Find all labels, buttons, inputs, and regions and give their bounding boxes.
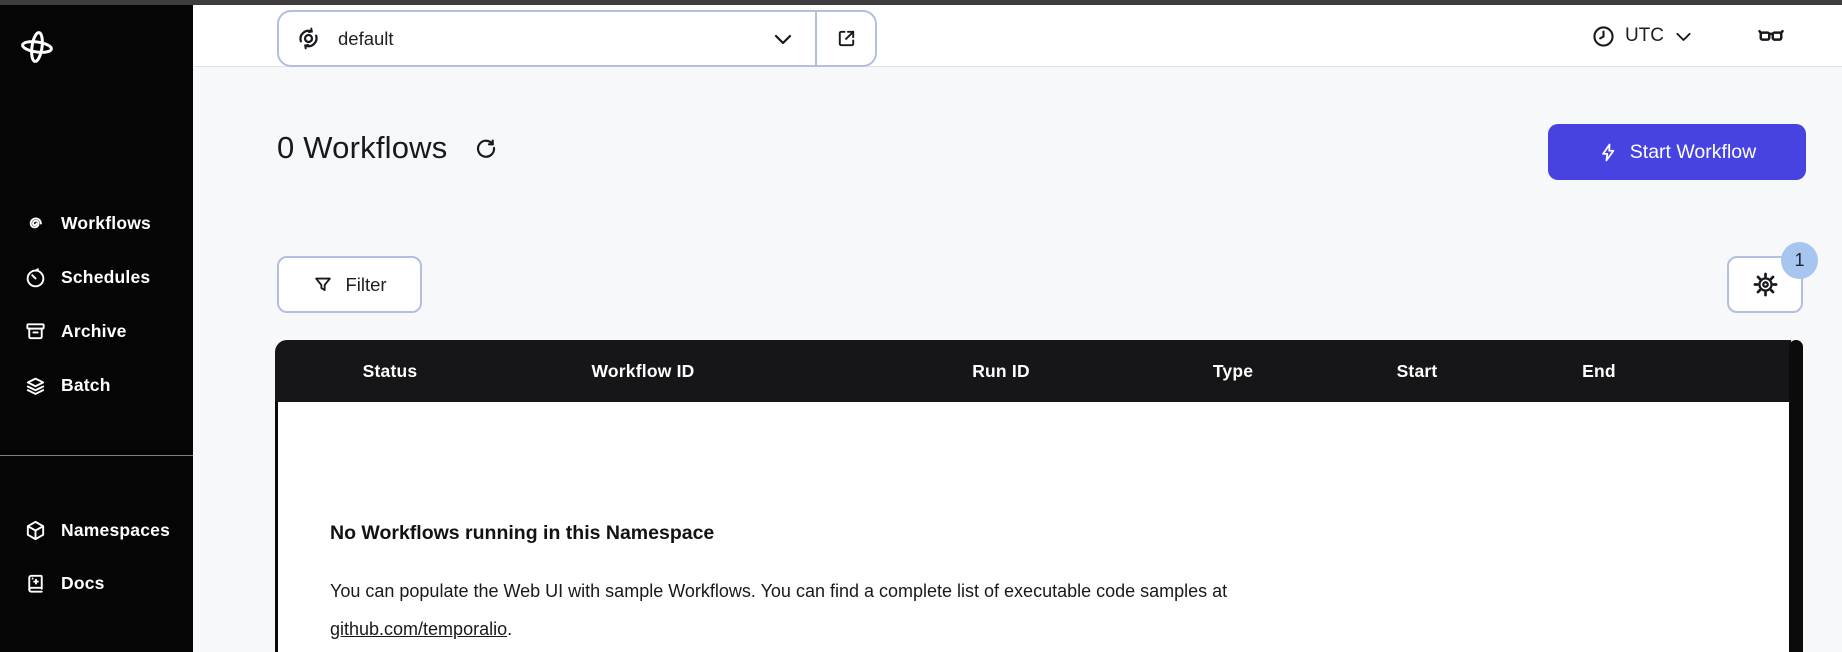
timezone-value: UTC	[1624, 25, 1664, 46]
sidebar-item-workflows[interactable]: Workflows	[0, 203, 193, 243]
refresh-icon	[473, 135, 499, 161]
start-workflow-button[interactable]: Start Workflow	[1548, 124, 1806, 180]
page-header: 0 Workflows	[277, 130, 499, 166]
sidebar-item-docs[interactable]: Docs	[0, 563, 193, 603]
chevron-down-icon	[1673, 26, 1694, 47]
column-header-run-id[interactable]: Run ID	[972, 340, 1030, 402]
temporal-web-ui: Workflows Schedules Archive Batch Namesp…	[0, 0, 1842, 652]
schedules-timer-icon	[24, 266, 47, 289]
start-workflow-label: Start Workflow	[1629, 140, 1757, 163]
lightning-bolt-icon	[1598, 142, 1619, 163]
column-header-start[interactable]: Start	[1397, 340, 1438, 402]
settings-badge-count: 1	[1794, 250, 1805, 270]
gear-icon	[1752, 271, 1779, 298]
namespace-dropdown[interactable]: default	[279, 12, 815, 65]
github-temporalio-link[interactable]: github.com/temporalio	[330, 619, 507, 639]
page-title: 0 Workflows	[277, 130, 448, 165]
sidebar-item-schedules[interactable]: Schedules	[0, 257, 193, 297]
sidebar: Workflows Schedules Archive Batch Namesp…	[0, 0, 193, 652]
namespace-external-link-button[interactable]	[817, 12, 875, 65]
sidebar-item-label: Workflows	[61, 212, 151, 233]
empty-state-text: You can populate the Web UI with sample …	[330, 581, 1228, 601]
docs-book-icon	[24, 572, 47, 595]
column-header-workflow-id[interactable]: Workflow ID	[592, 340, 695, 402]
column-header-type[interactable]: Type	[1213, 340, 1253, 402]
sidebar-divider	[0, 455, 193, 456]
column-header-end[interactable]: End	[1582, 340, 1616, 402]
workflows-table-header: Status Workflow ID Run ID Type Start End	[275, 340, 1791, 402]
namespace-switcher-icon	[295, 25, 322, 52]
topbar-right-controls: UTC	[1591, 5, 1842, 67]
settings-count-badge: 1	[1781, 242, 1818, 279]
table-scrollbar[interactable]	[1789, 340, 1803, 652]
labs-glasses-icon	[1756, 21, 1786, 51]
chevron-down-icon	[771, 27, 795, 51]
top-window-strip	[0, 0, 1842, 5]
temporal-logo-icon[interactable]	[18, 28, 56, 66]
archive-box-icon	[24, 320, 47, 343]
timezone-selector[interactable]: UTC	[1591, 24, 1694, 49]
empty-state-text-suffix: .	[507, 619, 513, 639]
sidebar-item-label: Namespaces	[61, 519, 171, 540]
sidebar-item-label: Batch	[61, 374, 111, 395]
filter-funnel-icon	[312, 274, 334, 296]
namespace-selector: default	[277, 10, 877, 67]
workflows-table-body: No Workflows running in this Namespace Y…	[275, 402, 1789, 652]
sidebar-item-namespaces[interactable]: Namespaces	[0, 510, 193, 550]
labs-toggle-button[interactable]	[1756, 21, 1786, 51]
refresh-button[interactable]	[473, 135, 499, 161]
empty-state-description: You can populate the Web UI with sample …	[330, 572, 1405, 648]
external-link-icon	[835, 27, 858, 50]
sidebar-item-batch[interactable]: Batch	[0, 365, 193, 405]
filter-label: Filter	[345, 273, 387, 295]
empty-state-title: No Workflows running in this Namespace	[330, 522, 715, 544]
filter-button[interactable]: Filter	[277, 256, 422, 313]
sidebar-item-label: Docs	[61, 572, 105, 593]
column-header-status[interactable]: Status	[363, 340, 418, 402]
sidebar-item-label: Schedules	[61, 266, 151, 287]
sidebar-item-archive[interactable]: Archive	[0, 311, 193, 351]
topbar: default UTC	[193, 5, 1842, 67]
namespaces-cube-icon	[24, 519, 47, 542]
sidebar-item-label: Archive	[61, 320, 127, 341]
namespace-value: default	[338, 27, 394, 49]
clock-icon	[1591, 24, 1616, 49]
workflows-spiral-icon	[24, 212, 47, 235]
batch-layers-icon	[24, 374, 47, 397]
workflows-table: Status Workflow ID Run ID Type Start End…	[275, 340, 1803, 652]
